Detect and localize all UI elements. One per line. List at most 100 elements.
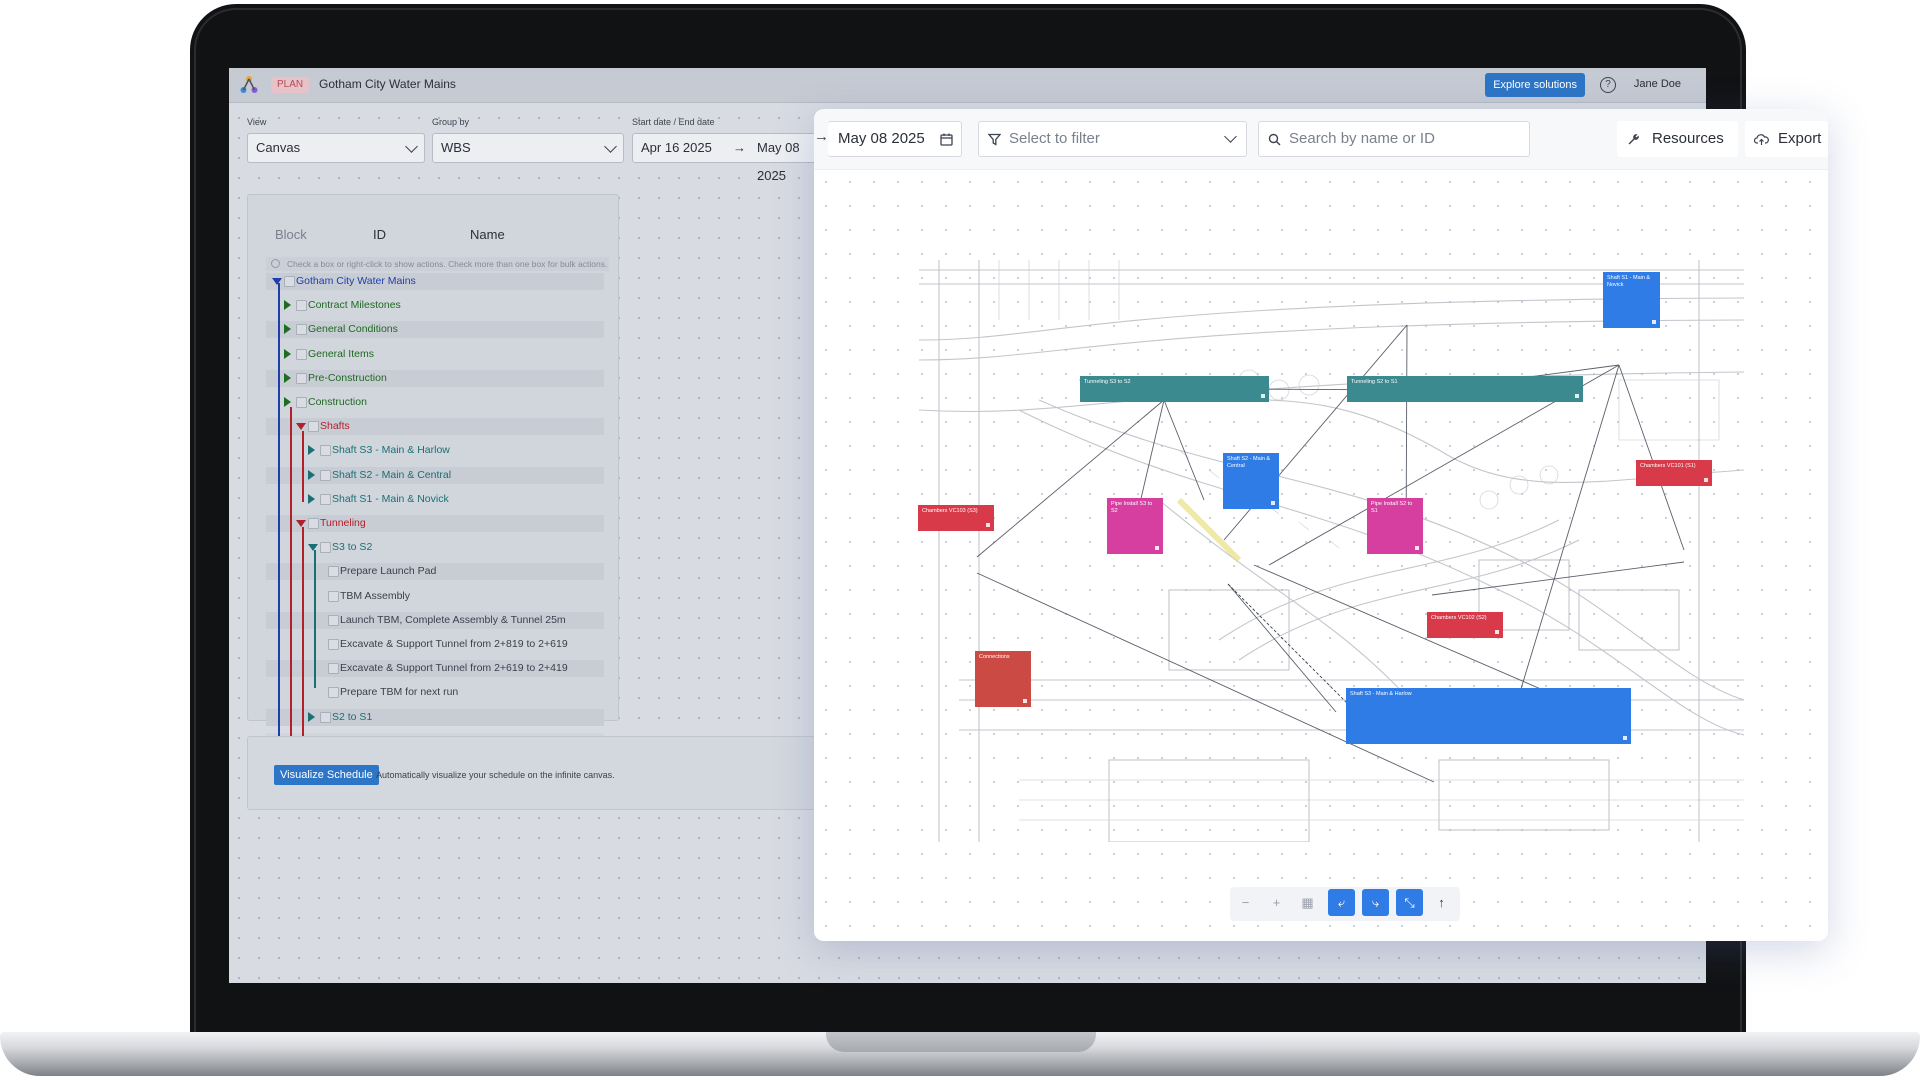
row-checkbox[interactable] <box>308 518 319 529</box>
node-handle-icon[interactable] <box>1155 546 1159 550</box>
filter-select[interactable]: Select to filter <box>978 121 1247 157</box>
row-checkbox[interactable] <box>296 324 307 336</box>
caret-right-icon[interactable] <box>284 324 291 335</box>
caret-right-icon[interactable] <box>284 397 291 407</box>
canvas-node-label: Chambers VC102 (S2) <box>1431 615 1487 621</box>
tree-row[interactable]: Shaft S3 - Main & Harlow <box>266 442 604 460</box>
row-checkbox[interactable] <box>328 639 339 650</box>
start-date-field[interactable]: Apr 16 2025 → May 08 2025 <box>632 133 832 183</box>
row-checkbox[interactable] <box>328 614 339 626</box>
row-checkbox[interactable] <box>328 566 339 578</box>
row-checkbox[interactable] <box>328 687 339 699</box>
canvas-node-connections[interactable]: Connections <box>975 651 1031 707</box>
canvas-node-shaft-s2[interactable]: Shaft S2 - Main & Central <box>1223 453 1279 509</box>
canvas-node-shaft-s1[interactable]: Shaft S1 - Main & Novick <box>1603 272 1660 328</box>
tree-row[interactable]: Gotham City Water Mains <box>266 273 604 290</box>
canvas-node-tun-s2s1[interactable]: Tunneling S2 to S1 <box>1347 376 1583 402</box>
visualize-schedule-button[interactable]: Visualize Schedule <box>274 765 379 785</box>
node-handle-icon[interactable] <box>1261 394 1265 398</box>
tree-row[interactable]: Contract Milestones <box>266 297 604 315</box>
calendar-icon[interactable] <box>940 133 953 146</box>
canvas-node-tun-s3s2[interactable]: Tunneling S3 to S2 <box>1080 376 1269 402</box>
caret-right-icon[interactable] <box>308 711 315 722</box>
caret-down-icon[interactable] <box>308 544 318 552</box>
tree-row[interactable]: S3 to S2 <box>266 539 604 557</box>
row-checkbox[interactable] <box>328 590 339 602</box>
row-checkbox[interactable] <box>284 276 295 287</box>
canvas-node-chambers-vc102[interactable]: Chambers VC102 (S2) <box>1427 612 1503 638</box>
link-right-icon[interactable]: ⤷ <box>1362 889 1389 916</box>
row-checkbox[interactable] <box>308 421 319 433</box>
canvas-node-pipe-s3s2[interactable]: Pipe Install S3 to S2 <box>1107 498 1163 554</box>
row-checkbox[interactable] <box>296 397 307 408</box>
caret-right-icon[interactable] <box>308 445 315 456</box>
tree-row[interactable]: TBM Assembly <box>266 587 604 605</box>
tree-row[interactable]: Excavate & Support Tunnel from 2+819 to … <box>266 636 604 653</box>
caret-right-icon[interactable] <box>308 493 315 504</box>
caret-down-icon[interactable] <box>296 520 306 527</box>
node-handle-icon[interactable] <box>1271 501 1275 505</box>
row-checkbox[interactable] <box>296 372 307 384</box>
wbs-tree-panel: Block ID Name Check a box or right-click… <box>247 194 619 774</box>
caret-right-icon[interactable] <box>284 372 291 383</box>
canvas-node-chambers-vc101[interactable]: Chambers VC101 (S1) <box>1636 460 1712 486</box>
node-handle-icon[interactable] <box>1415 546 1419 550</box>
node-handle-icon[interactable] <box>1704 478 1708 482</box>
fit-view-icon[interactable]: ⤡ <box>1396 889 1423 916</box>
node-handle-icon[interactable] <box>1023 699 1027 703</box>
row-checkbox[interactable] <box>320 445 331 457</box>
caret-down-icon[interactable] <box>296 423 306 431</box>
row-checkbox[interactable] <box>296 348 307 360</box>
help-icon[interactable]: ? <box>1600 77 1616 93</box>
caret-right-icon[interactable] <box>284 300 291 311</box>
tree-row[interactable]: Shaft S1 - Main & Novick <box>266 490 604 508</box>
column-name[interactable]: Name <box>470 227 505 242</box>
node-handle-icon[interactable] <box>1623 736 1627 740</box>
zoom-out-icon[interactable]: − <box>1232 889 1259 916</box>
tree-row[interactable]: Launch TBM, Complete Assembly & Tunnel 2… <box>266 611 604 629</box>
row-checkbox[interactable] <box>328 663 339 675</box>
search-input[interactable]: Search by name or ID <box>1258 121 1530 157</box>
node-handle-icon[interactable] <box>1652 320 1656 324</box>
infinite-canvas[interactable]: Shaft S1 - Main & Novick Tunneling S3 to … <box>814 170 1828 941</box>
arrow-up-icon[interactable]: ↑ <box>1428 889 1455 916</box>
tree-row[interactable]: Tunneling <box>266 515 604 532</box>
explore-solutions-button[interactable]: Explore solutions <box>1485 73 1585 97</box>
row-checkbox[interactable] <box>320 711 331 723</box>
tree-row[interactable]: Construction <box>266 394 604 411</box>
end-date-field[interactable]: May 08 2025 <box>828 121 962 157</box>
node-handle-icon[interactable] <box>1495 630 1499 634</box>
link-left-icon[interactable]: ⤶ <box>1328 889 1355 916</box>
tree-row[interactable]: General Items <box>266 345 604 363</box>
canvas-node-chambers-vc103[interactable]: Chambers VC103 (S3) <box>918 505 994 531</box>
tree-row[interactable]: Prepare TBM for next run <box>266 684 604 702</box>
export-button[interactable]: Export <box>1745 121 1828 157</box>
tree-row[interactable]: Pre-Construction <box>266 369 604 387</box>
view-select[interactable]: Canvas <box>247 133 425 163</box>
grid-icon[interactable]: ▦ <box>1294 889 1321 916</box>
node-handle-icon[interactable] <box>1575 394 1579 398</box>
tree-row[interactable]: Prepare Launch Pad <box>266 563 604 581</box>
row-checkbox[interactable] <box>320 469 331 481</box>
node-handle-icon[interactable] <box>986 523 990 527</box>
row-checkbox[interactable] <box>320 493 331 505</box>
tree-row[interactable]: Shaft S2 - Main & Central <box>266 466 604 484</box>
tree-row[interactable]: Shafts <box>266 418 604 436</box>
zoom-in-icon[interactable]: + <box>1263 889 1290 916</box>
resources-button[interactable]: Resources <box>1617 121 1738 157</box>
row-checkbox[interactable] <box>296 300 307 312</box>
tree-row-label: Construction <box>308 396 367 408</box>
group-by-select[interactable]: WBS <box>432 133 624 163</box>
tree-row[interactable]: S2 to S1 <box>266 708 604 726</box>
tree-row[interactable]: General Conditions <box>266 321 604 339</box>
canvas-node-shaft-s3[interactable]: Shaft S3 - Main & Harlow <box>1346 688 1631 744</box>
canvas-node-pipe-s2s1[interactable]: Pipe Install S2 to S1 <box>1367 498 1423 554</box>
caret-down-icon[interactable] <box>272 278 282 285</box>
user-menu[interactable]: Jane Doe <box>1634 78 1681 90</box>
tree-row[interactable]: Excavate & Support Tunnel from 2+619 to … <box>266 660 604 678</box>
caret-right-icon[interactable] <box>284 348 291 359</box>
column-block[interactable]: Block <box>275 227 307 242</box>
caret-right-icon[interactable] <box>308 469 315 480</box>
row-checkbox[interactable] <box>320 542 331 554</box>
column-id[interactable]: ID <box>373 227 386 242</box>
